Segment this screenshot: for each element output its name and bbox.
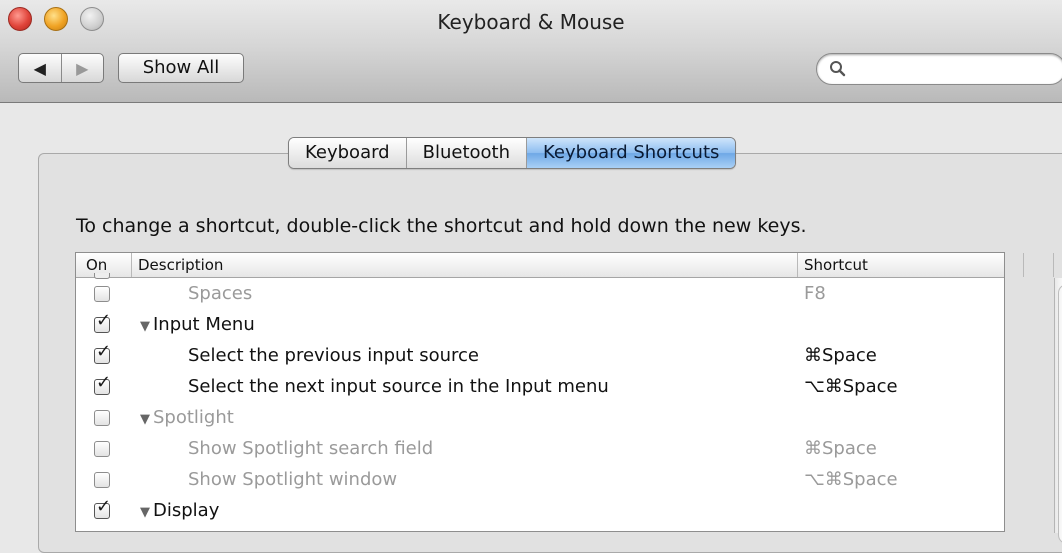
description-text: Spotlight: [153, 407, 234, 428]
table-row[interactable]: ✓ ▼ Display: [76, 495, 979, 526]
checkmark-icon: ✓: [96, 341, 112, 362]
shortcut-cell[interactable]: F8: [804, 283, 826, 304]
column-header-extra: [1024, 253, 1054, 277]
column-header-description[interactable]: Description: [132, 253, 798, 277]
enable-checkbox[interactable]: ✓: [94, 312, 111, 333]
table-row[interactable]: Spaces F8: [76, 273, 979, 309]
enable-checkbox[interactable]: ✓: [94, 498, 111, 519]
description-text: Select the previous input source: [188, 345, 479, 366]
table-row[interactable]: Show Spotlight window ⌥⌘Space: [76, 464, 979, 495]
description-cell: Spaces: [188, 283, 252, 304]
description-text: Show Spotlight window: [188, 469, 398, 490]
enable-checkbox[interactable]: ✓: [94, 374, 111, 395]
shortcut-cell[interactable]: ⌘Space: [804, 438, 877, 459]
table-row[interactable]: Show Spotlight search field ⌘Space: [76, 433, 979, 464]
description-cell: Show Spotlight search field: [188, 438, 433, 459]
shortcut-cell[interactable]: ⌥⌘Space: [804, 469, 898, 490]
table-row[interactable]: ▼ Spotlight: [76, 402, 979, 433]
description-cell: ▼ Input Menu: [140, 314, 255, 335]
description-text: Input Menu: [153, 314, 255, 335]
checkmark-icon: ✓: [96, 496, 112, 517]
search-field[interactable]: [816, 53, 1062, 85]
description-text: Display: [153, 500, 220, 521]
description-cell: ▼ Spotlight: [140, 407, 234, 428]
table-rows: Spaces F8 ✓ ▼ Input Menu ✓ Select the previous…: [76, 273, 979, 526]
description-text: Select the next input source in the Inpu…: [188, 376, 609, 397]
forward-button[interactable]: ▶: [62, 54, 104, 82]
vertical-scrollbar[interactable]: [1054, 278, 1062, 544]
search-icon: [830, 61, 846, 77]
shortcuts-table: On Description Shortcut Spaces F8 ✓ ▼ Input …: [75, 252, 1062, 544]
back-button[interactable]: ◀: [19, 54, 62, 82]
enable-checkbox[interactable]: [94, 472, 110, 488]
table-row[interactable]: ✓ ▼ Input Menu: [76, 309, 979, 340]
disclosure-triangle-icon[interactable]: ▼: [140, 412, 150, 427]
partial-checkbox: [94, 273, 110, 279]
table-row[interactable]: ✓ Select the next input source in the Inp…: [76, 371, 979, 402]
show-all-button[interactable]: Show All: [118, 53, 244, 83]
description-cell: Show Spotlight window: [188, 469, 397, 490]
shortcut-cell[interactable]: ⌥⌘Space: [804, 376, 898, 397]
disclosure-triangle-icon[interactable]: ▼: [140, 319, 150, 334]
checkmark-icon: ✓: [96, 310, 112, 331]
back-forward-group: ◀ ▶: [18, 53, 104, 83]
description-cell: ▼ Display: [140, 500, 219, 521]
description-cell: Select the next input source in the Inpu…: [188, 376, 609, 397]
checkmark-icon: ✓: [96, 372, 112, 393]
table-row[interactable]: ✓ Select the previous input source ⌘Space: [76, 340, 979, 371]
forward-arrow-icon: ▶: [76, 58, 89, 78]
description-cell: Select the previous input source: [188, 345, 479, 366]
title-toolbar: Keyboard & Mouse ◀ ▶ Show All: [0, 0, 1062, 103]
tab-bluetooth[interactable]: Bluetooth: [406, 138, 528, 168]
enable-checkbox[interactable]: [94, 441, 110, 457]
description-text: Spaces: [188, 283, 253, 304]
enable-checkbox[interactable]: ✓: [94, 343, 111, 364]
table-header: On Description Shortcut: [76, 253, 1054, 278]
disclosure-triangle-icon[interactable]: ▼: [140, 505, 150, 520]
enable-checkbox[interactable]: [94, 410, 110, 426]
shortcut-cell[interactable]: ⌘Space: [804, 345, 877, 366]
preferences-window: Keyboard & Mouse ◀ ▶ Show All Keyboard B…: [0, 0, 1062, 553]
tab-bar: Keyboard Bluetooth Keyboard Shortcuts: [288, 137, 737, 169]
back-arrow-icon: ◀: [33, 58, 46, 78]
scrollbar-thumb[interactable]: [1058, 284, 1062, 544]
tab-keyboard[interactable]: Keyboard: [289, 138, 407, 168]
window-title: Keyboard & Mouse: [437, 10, 625, 34]
column-header-shortcut[interactable]: Shortcut: [798, 253, 1024, 277]
description-text: Show Spotlight search field: [188, 438, 434, 459]
instruction-text: To change a shortcut, double-click the s…: [76, 215, 807, 237]
enable-checkbox[interactable]: [94, 286, 110, 302]
tab-keyboard-shortcuts[interactable]: Keyboard Shortcuts: [527, 138, 736, 168]
